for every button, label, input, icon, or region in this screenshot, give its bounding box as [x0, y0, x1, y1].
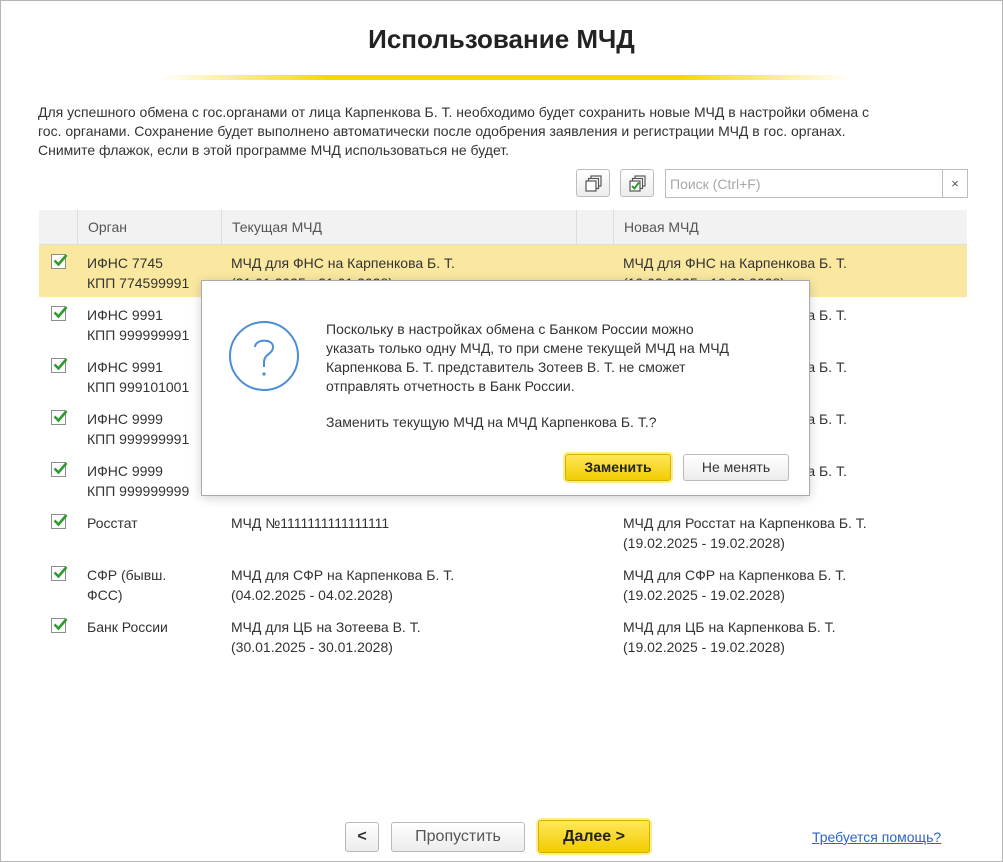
- checkmark-icon: [53, 254, 68, 267]
- replace-button[interactable]: Заменить: [565, 454, 671, 481]
- cell-organ-line: КПП 999999991: [87, 327, 190, 343]
- cell-current-mchd: МЧД №1111111111111111: [231, 513, 561, 533]
- dialog-message-line: указать только одну МЧД, то при смене те…: [326, 340, 730, 356]
- mchd-table: Орган Текущая МЧД Новая МЧД ИФНС 7745 КПП…: [39, 210, 967, 655]
- question-icon: [229, 321, 299, 391]
- description-line: Снимите флажок, если в этой программе МЧ…: [38, 142, 510, 158]
- row-checkbox[interactable]: [51, 514, 68, 529]
- next-button[interactable]: Далее >: [538, 820, 650, 853]
- cell-organ: ИФНС 9999 КПП 999999999: [87, 461, 217, 501]
- cell-organ-line: Банк России: [87, 619, 168, 635]
- cell-new-mchd-line: (19.02.2025 - 19.02.2028): [623, 587, 785, 603]
- dialog-message-line: Поскольку в настройках обмена с Банком Р…: [326, 321, 694, 337]
- help-link[interactable]: Требуется помощь?: [812, 829, 941, 845]
- cell-organ-line: СФР (бывш.: [87, 567, 167, 583]
- column-header-spacer: [576, 210, 613, 244]
- column-header-new[interactable]: Новая МЧД: [613, 210, 967, 244]
- cell-organ-line: Росстат: [87, 515, 138, 531]
- dialog-message-line: Карпенкова Б. Т. представитель Зотеев В.…: [326, 359, 686, 375]
- cell-organ: Росстат: [87, 513, 217, 533]
- checkmark-icon: [53, 358, 68, 371]
- cell-new-mchd: МЧД для Росстат на Карпенкова Б. Т. (19.0…: [623, 513, 963, 553]
- cell-new-mchd: МЧД для ЦБ на Карпенкова Б. Т. (19.02.202…: [623, 617, 963, 657]
- row-checkbox[interactable]: [51, 618, 68, 633]
- page-title: Использование МЧД: [368, 24, 635, 54]
- dialog-message: Поскольку в настройках обмена с Банком Р…: [326, 320, 786, 396]
- cell-organ-line: КПП 774599991: [87, 275, 190, 291]
- cell-new-mchd-line: МЧД для СФР на Карпенкова Б. Т.: [623, 567, 847, 583]
- clear-search-button[interactable]: ×: [942, 170, 967, 197]
- cell-current-mchd-line: (04.02.2025 - 04.02.2028): [231, 587, 393, 603]
- cell-organ-line: ИФНС 9991: [87, 359, 163, 375]
- cell-new-mchd-line: (19.02.2025 - 19.02.2028): [623, 639, 785, 655]
- dialog-message-line: отправлять отчетность в Банк России.: [326, 378, 575, 394]
- cell-organ: ИФНС 9991 КПП 999101001: [87, 357, 217, 397]
- row-checkbox[interactable]: [51, 306, 68, 321]
- row-checkbox[interactable]: [51, 566, 68, 581]
- cell-current-mchd-line: МЧД для ЦБ на Зотеева В. Т.: [231, 619, 421, 635]
- description: Для успешного обмена с гос.органами от л…: [38, 103, 968, 160]
- cell-current-mchd-line: МЧД для ФНС на Карпенкова Б. Т.: [231, 255, 455, 271]
- cell-new-mchd-line: (19.02.2025 - 19.02.2028): [623, 535, 785, 551]
- uncheck-all-button[interactable]: [576, 169, 610, 197]
- table-row[interactable]: Росстат МЧД №1111111111111111 МЧД для Росс…: [39, 505, 967, 557]
- cell-organ: Банк России: [87, 617, 217, 637]
- cell-current-mchd-line: МЧД №1111111111111111: [231, 515, 390, 531]
- cell-organ: СФР (бывш. ФСС): [87, 565, 217, 605]
- cell-organ-line: КПП 999999991: [87, 431, 190, 447]
- search-input[interactable]: Поиск (Ctrl+F): [670, 176, 761, 192]
- row-checkbox[interactable]: [51, 358, 68, 373]
- table-header: Орган Текущая МЧД Новая МЧД: [39, 210, 967, 245]
- checkmark-icon: [53, 306, 68, 319]
- keep-button[interactable]: Не менять: [683, 454, 789, 481]
- skip-button[interactable]: Пропустить: [391, 822, 525, 852]
- cell-current-mchd: МЧД для ЦБ на Зотеева В. Т. (30.01.2025 -…: [231, 617, 561, 657]
- dialog-question: Заменить текущую МЧД на МЧД Карпенкова Б…: [326, 414, 657, 430]
- search-field[interactable]: Поиск (Ctrl+F) ×: [665, 169, 968, 198]
- checkmark-icon: [53, 410, 68, 423]
- cell-organ-line: ИФНС 9999: [87, 463, 163, 479]
- cell-organ-line: ИФНС 9991: [87, 307, 163, 323]
- back-button[interactable]: <: [345, 822, 379, 852]
- cell-organ: ИФНС 7745 КПП 774599991: [87, 253, 217, 293]
- column-header-organ[interactable]: Орган: [77, 210, 221, 244]
- description-line: Для успешного обмена с гос.органами от л…: [38, 104, 870, 120]
- cell-current-mchd-line: МЧД для СФР на Карпенкова Б. Т.: [231, 567, 455, 583]
- cell-current-mchd: МЧД для СФР на Карпенкова Б. Т. (04.02.20…: [231, 565, 561, 605]
- cell-current-mchd-line: (30.01.2025 - 30.01.2028): [231, 639, 393, 655]
- cell-new-mchd-line: МЧД для ФНС на Карпенкова Б. Т.: [623, 255, 847, 271]
- cell-organ-line: ИФНС 7745: [87, 255, 163, 271]
- check-all-icon: [629, 175, 646, 192]
- row-checkbox[interactable]: [51, 462, 68, 477]
- cell-organ-line: КПП 999999999: [87, 483, 190, 499]
- table-row[interactable]: Банк России МЧД для ЦБ на Зотеева В. Т. (3…: [39, 609, 967, 661]
- row-checkbox[interactable]: [51, 410, 68, 425]
- cell-new-mchd: МЧД для СФР на Карпенкова Б. Т. (19.02.20…: [623, 565, 963, 605]
- uncheck-all-icon: [585, 175, 602, 192]
- checkmark-icon: [53, 462, 68, 475]
- checkmark-icon: [53, 618, 68, 631]
- description-line: гос. органами. Сохранение будет выполнен…: [38, 123, 846, 139]
- cell-new-mchd-line: МЧД для Росстат на Карпенкова Б. Т.: [623, 515, 867, 531]
- cell-organ-line: КПП 999101001: [87, 379, 190, 395]
- title-underline: [160, 75, 850, 80]
- cell-organ-line: ФСС): [87, 587, 123, 603]
- check-all-button[interactable]: [620, 169, 654, 197]
- column-header-current[interactable]: Текущая МЧД: [221, 210, 576, 244]
- table-row[interactable]: СФР (бывш. ФСС) МЧД для СФР на Карпенкова …: [39, 557, 967, 609]
- cell-organ: ИФНС 9999 КПП 999999991: [87, 409, 217, 449]
- cell-organ-line: ИФНС 9999: [87, 411, 163, 427]
- confirm-dialog: Поскольку в настройках обмена с Банком Р…: [201, 280, 810, 496]
- checkmark-icon: [53, 514, 68, 527]
- cell-new-mchd-line: МЧД для ЦБ на Карпенкова Б. Т.: [623, 619, 836, 635]
- checkmark-icon: [53, 566, 68, 579]
- row-checkbox[interactable]: [51, 254, 68, 269]
- cell-organ: ИФНС 9991 КПП 999999991: [87, 305, 217, 345]
